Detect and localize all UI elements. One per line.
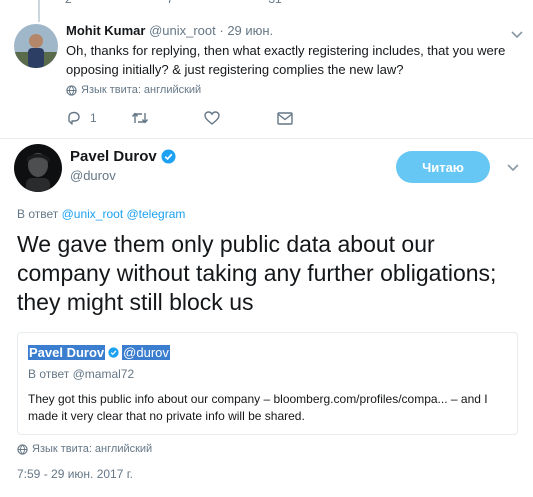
prev-like-count: 31 [268, 0, 281, 6]
quoted-tweet[interactable]: Pavel Durov @durov В ответ @mamal72 They… [17, 332, 518, 435]
reply-context: В ответ @unix_root @telegram [17, 207, 185, 221]
retweet-icon [131, 112, 149, 124]
quoted-author-handle: @durov [122, 345, 170, 360]
avatar[interactable] [14, 24, 58, 68]
verified-badge-icon [161, 149, 176, 164]
quoted-tweet-header: Pavel Durov @durov [28, 345, 170, 360]
reply-mentions[interactable]: @unix_root @telegram [62, 207, 186, 221]
reply-tweet-header: Mohit Kumar @unix_root · 29 июн. [66, 23, 273, 38]
verified-badge-icon [108, 347, 119, 358]
avatar-image [14, 144, 62, 192]
author-name[interactable]: Mohit Kumar [66, 23, 145, 38]
reply-button[interactable]: 1 [66, 110, 131, 126]
prev-reply-count: 2 [65, 0, 72, 6]
reply-prefix: В ответ [17, 207, 59, 221]
reply-count: 1 [90, 111, 97, 125]
language-label: Язык твита: английский [81, 84, 202, 96]
message-button[interactable] [277, 111, 293, 125]
quoted-reply-context: В ответ @mamal72 [28, 367, 135, 381]
tweet-timestamp[interactable]: 7:59 - 29 июн. 2017 г. [17, 467, 133, 481]
main-avatar[interactable] [14, 144, 62, 192]
like-button[interactable] [204, 111, 277, 125]
chevron-down-icon[interactable] [506, 160, 520, 174]
quoted-author-name: Pavel Durov [28, 345, 106, 360]
globe-icon [66, 84, 77, 96]
author-name[interactable]: Pavel Durov [70, 148, 157, 165]
main-tweet-text: We gave them only public data about our … [17, 231, 497, 315]
tweet-language: Язык твита: английский [17, 443, 152, 455]
thread-line [38, 0, 40, 22]
reply-tweet-actions: 1 [66, 110, 293, 126]
divider [0, 138, 533, 139]
tweet-date[interactable]: · 29 июн. [219, 23, 273, 38]
author-handle[interactable]: @unix_root [149, 23, 216, 38]
chevron-down-icon[interactable] [510, 27, 524, 41]
reply-tweet-text: Oh, thanks for replying, then what exact… [66, 43, 506, 77]
author-handle[interactable]: @durov [70, 168, 116, 183]
retweet-button[interactable] [131, 111, 204, 125]
globe-icon [17, 443, 28, 455]
language-label: Язык твита: английский [32, 443, 153, 455]
avatar-image [14, 24, 58, 68]
prev-retweet-count: 7 [167, 0, 174, 6]
reply-icon [68, 111, 80, 125]
main-author: Pavel Durov [70, 148, 176, 165]
tweet-language: Язык твита: английский [66, 84, 201, 96]
following-button[interactable]: Читаю [396, 151, 490, 183]
previous-tweet-actions: 2 7 31 [65, 0, 282, 6]
quoted-tweet-text: They got this public info about our comp… [28, 392, 488, 423]
envelope-icon [277, 111, 293, 125]
heart-icon [204, 111, 220, 125]
